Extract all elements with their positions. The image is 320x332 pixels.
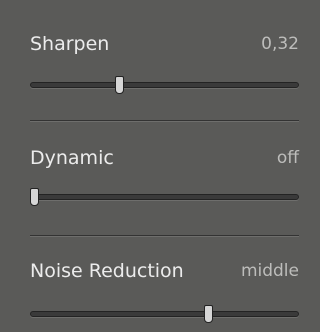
noise-reduction-slider[interactable] — [30, 305, 299, 325]
section-divider — [30, 120, 299, 121]
sharpen-value: 0,32 — [261, 34, 299, 54]
section-divider — [30, 235, 299, 236]
noise-reduction-value: middle — [240, 261, 299, 281]
dynamic-header: Dynamic off — [30, 145, 299, 171]
noise-reduction-header: Noise Reduction middle — [30, 258, 299, 284]
noise-reduction-slider-track[interactable] — [30, 311, 299, 317]
sharpen-slider-track[interactable] — [30, 82, 299, 88]
sharpen-slider[interactable] — [30, 76, 299, 96]
dynamic-slider-thumb[interactable] — [30, 188, 39, 206]
dynamic-slider[interactable] — [30, 188, 299, 208]
sharpen-label: Sharpen — [30, 33, 110, 55]
dynamic-slider-track[interactable] — [30, 194, 299, 200]
noise-reduction-label: Noise Reduction — [30, 260, 184, 282]
sharpen-header: Sharpen 0,32 — [30, 31, 299, 57]
dynamic-label: Dynamic — [30, 147, 114, 169]
adjustments-panel: Sharpen 0,32 Dynamic off Noise Reduction… — [0, 0, 315, 332]
dynamic-value: off — [276, 148, 299, 168]
sharpen-slider-thumb[interactable] — [114, 76, 124, 94]
noise-reduction-slider-thumb[interactable] — [203, 305, 213, 323]
